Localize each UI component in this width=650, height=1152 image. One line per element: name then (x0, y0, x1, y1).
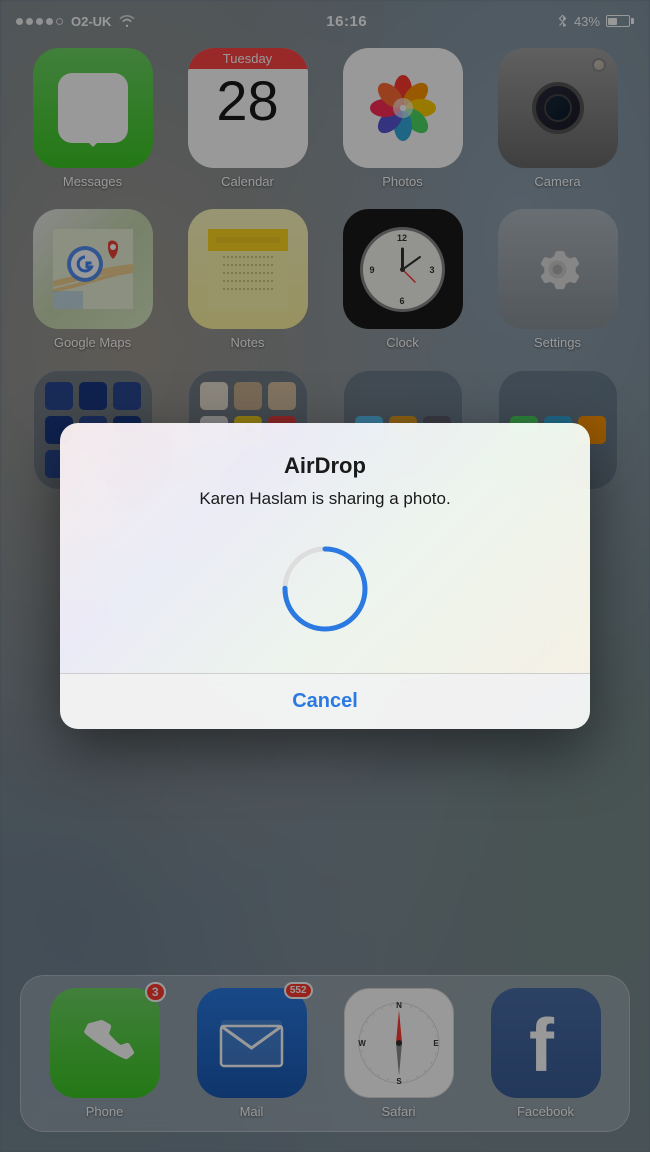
airdrop-dialog: AirDrop Karen Haslam is sharing a photo.… (60, 423, 590, 729)
cancel-text: Cancel (292, 690, 358, 712)
overlay-backdrop: AirDrop Karen Haslam is sharing a photo.… (0, 0, 650, 1152)
spinner-svg (275, 539, 375, 639)
progress-spinner (275, 539, 375, 639)
airdrop-title: AirDrop (284, 453, 366, 479)
airdrop-message: Karen Haslam is sharing a photo. (199, 489, 450, 509)
cancel-button[interactable]: Cancel (60, 674, 590, 729)
dialog-content: AirDrop Karen Haslam is sharing a photo. (60, 423, 590, 673)
